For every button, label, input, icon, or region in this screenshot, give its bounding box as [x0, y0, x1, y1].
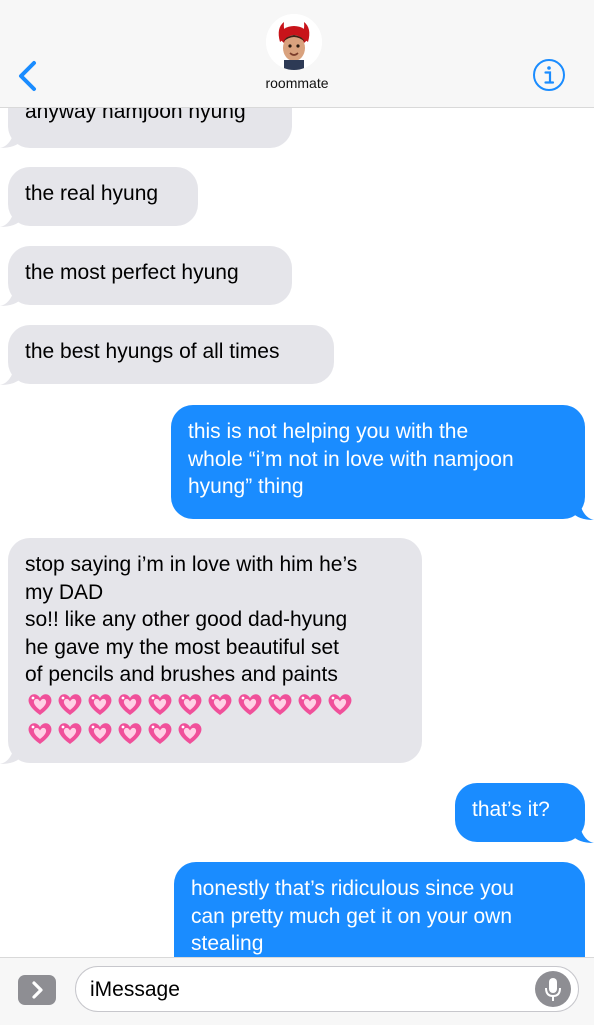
bubble-tail [572, 504, 594, 520]
heart-emoji [178, 693, 202, 715]
devil-horns-avatar [266, 14, 322, 70]
message-text: hyung” thing [188, 475, 304, 498]
message-bubble[interactable]: the real hyung [8, 167, 198, 226]
heart-emoji-row [25, 718, 404, 747]
message-text: the best hyungs of all times [25, 340, 280, 363]
chevron-right-icon [32, 981, 43, 999]
expand-apps-button[interactable] [18, 975, 56, 1005]
bubble-tail [0, 211, 22, 227]
heart-emoji [238, 693, 262, 715]
message-bubble[interactable]: the best hyungs of all times [8, 325, 334, 384]
heart-emoji [298, 693, 322, 715]
message-text: the real hyung [25, 182, 159, 205]
microphone-icon [545, 978, 561, 1001]
message-text: the most perfect hyung [25, 261, 239, 284]
heart-emoji [58, 723, 82, 744]
heart-emoji [268, 693, 292, 715]
heart-emoji [28, 693, 52, 715]
message-text: whole “i’m not in love with namjoon [188, 447, 514, 471]
heart-emoji [118, 693, 142, 715]
message-input-placeholder: iMessage [90, 978, 180, 1001]
message-bubble[interactable]: stop saying i’m in love with him he’s my… [8, 538, 422, 763]
message-bubble[interactable]: the most perfect hyung [8, 246, 292, 305]
message-text: that’s it? [472, 798, 550, 821]
message-text: stop saying i’m in love with him he’s [25, 553, 358, 576]
message-bubble[interactable]: this is not helping you with the whole “… [171, 405, 585, 519]
bubble-tail [0, 369, 22, 385]
info-icon [533, 59, 565, 91]
message-text: of pencils and brushes and paints [25, 663, 338, 686]
dictation-button[interactable] [535, 971, 571, 1007]
bubble-tail [572, 827, 594, 843]
message-text: honestly that’s ridiculous since you [191, 877, 514, 900]
heart-emoji [328, 693, 352, 715]
message-bubble[interactable]: honestly that’s ridiculous since you can… [174, 862, 585, 957]
heart-emoji [88, 723, 112, 744]
conversation-header: roommate [0, 0, 594, 108]
info-button[interactable] [532, 58, 566, 92]
heart-emoji [28, 723, 52, 744]
heart-emoji-row [25, 689, 404, 718]
message-input[interactable]: iMessage [75, 966, 579, 1012]
message-text: he gave my the most beautiful set [25, 635, 340, 659]
message-thread[interactable]: anyway namjoon hyung the real hyung the … [0, 107, 594, 957]
heart-emoji [58, 693, 82, 715]
message-text: anyway namjoon hyung [25, 107, 246, 123]
heart-emoji [178, 723, 202, 744]
message-text: so!! like any other good dad-hyung [25, 608, 348, 631]
message-text: this is not helping you with the [188, 420, 469, 443]
heart-emoji [118, 723, 142, 744]
contact-avatar[interactable] [266, 14, 322, 70]
message-text: can pretty much get it on your own [191, 904, 512, 928]
heart-emoji [208, 693, 232, 715]
message-text: my DAD [25, 580, 104, 604]
message-bubble[interactable]: that’s it? [455, 783, 585, 842]
contact-name[interactable]: roommate [0, 75, 594, 91]
heart-emoji [148, 693, 172, 715]
heart-emoji [148, 723, 172, 744]
message-text: stealing [191, 932, 264, 955]
bubble-tail [0, 748, 22, 764]
bubble-tail [0, 290, 22, 306]
bubble-tail [0, 132, 22, 148]
message-composer: iMessage [0, 957, 594, 1025]
heart-emoji [88, 693, 112, 715]
message-bubble[interactable]: anyway namjoon hyung [8, 107, 292, 148]
